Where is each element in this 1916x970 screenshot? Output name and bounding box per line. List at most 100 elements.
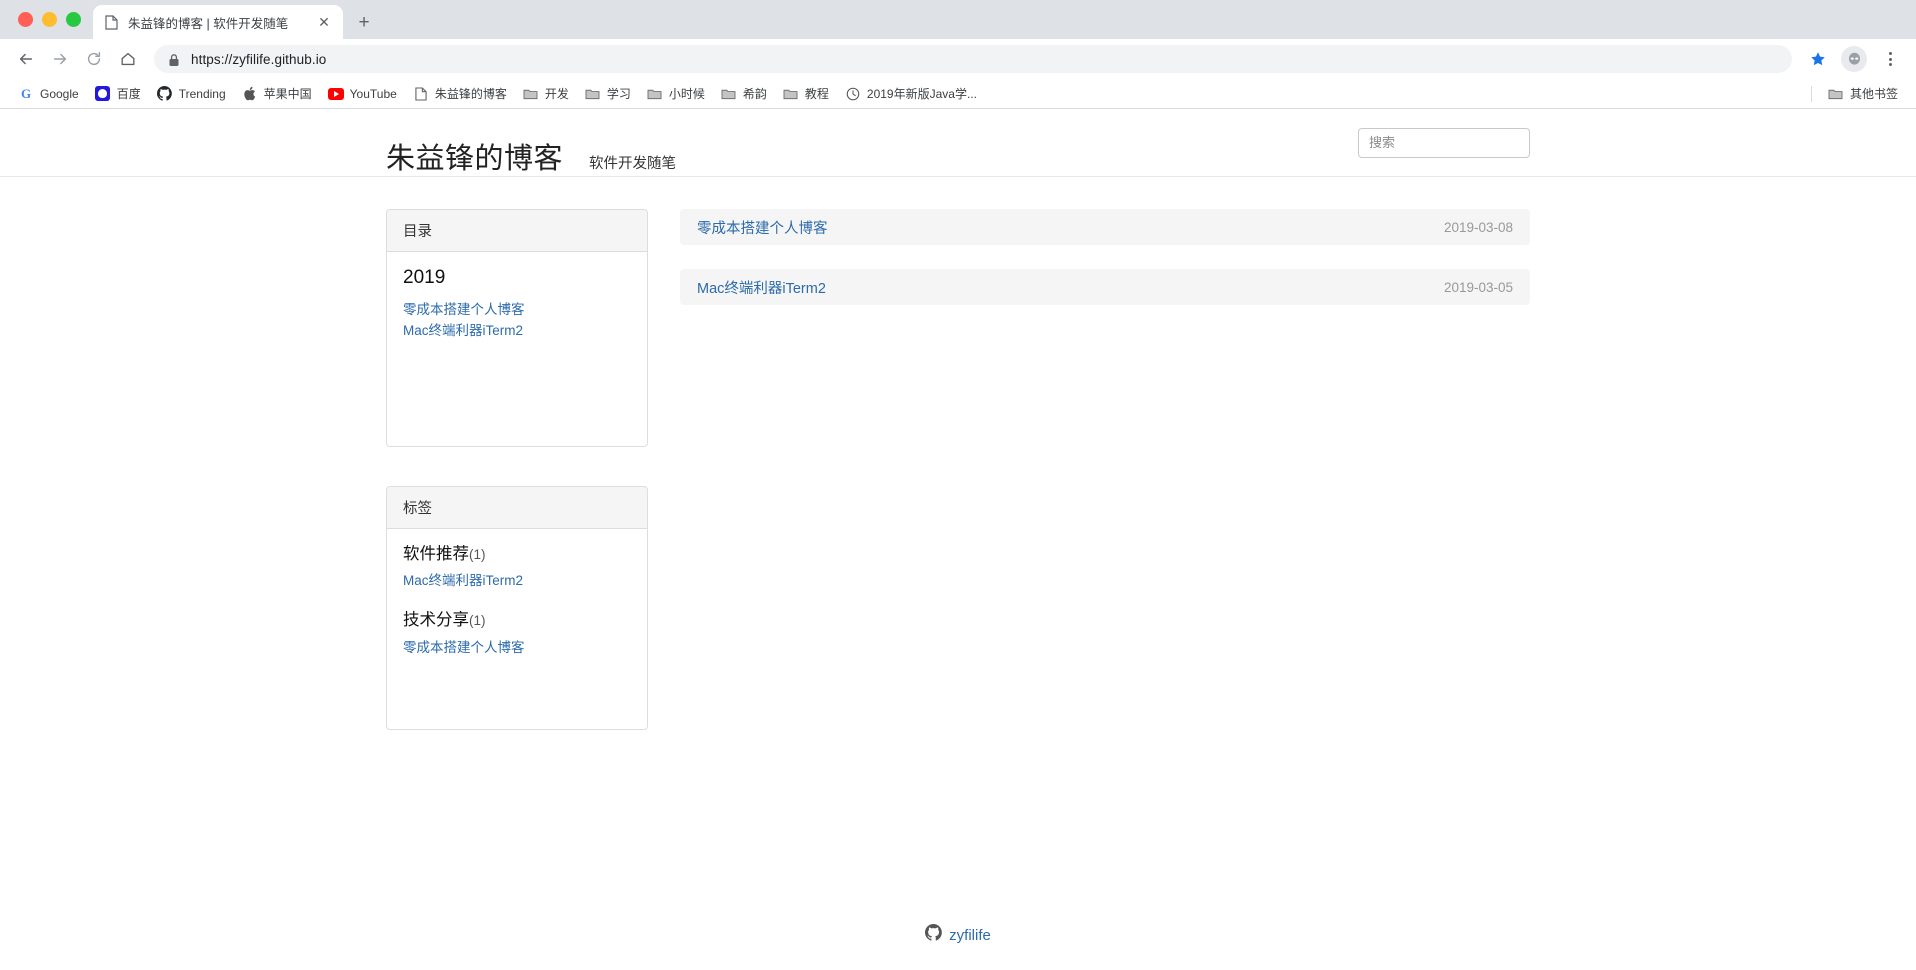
- post-list-item[interactable]: Mac终端利器iTerm2 2019-03-05: [680, 269, 1530, 305]
- maximize-window-button[interactable]: [66, 12, 81, 27]
- address-bar[interactable]: https://zyfilife.github.io: [154, 45, 1792, 73]
- tag-name: 技术分享: [403, 611, 469, 630]
- bookmark-label: 朱益锋的博客: [434, 87, 507, 101]
- bookmark-baidu[interactable]: 百度: [87, 82, 149, 105]
- post-list: 零成本搭建个人博客 2019-03-08 Mac终端利器iTerm2 2019-…: [680, 209, 1530, 924]
- tag-name-row: 技术分享(1): [403, 609, 631, 631]
- folder-icon: [647, 86, 663, 102]
- tag-post-link[interactable]: 零成本搭建个人博客: [403, 638, 631, 658]
- bookmark-folder-tutorial[interactable]: 教程: [775, 82, 837, 105]
- close-tab-button[interactable]: ✕: [315, 13, 333, 31]
- toolbar-actions: [1802, 43, 1906, 75]
- back-arrow-icon[interactable]: [10, 43, 42, 75]
- three-dots-icon: [1888, 52, 1892, 66]
- post-title-link[interactable]: Mac终端利器iTerm2: [697, 277, 826, 298]
- site-tagline: 软件开发随笔: [589, 155, 677, 172]
- folder-icon: [721, 86, 737, 102]
- bookmark-label: 教程: [804, 87, 829, 101]
- content-wrapper: 目录 2019 零成本搭建个人博客 Mac终端利器iTerm2 标签 软件推荐(…: [386, 177, 1530, 924]
- tag-group: 技术分享(1) 零成本搭建个人博客: [403, 609, 631, 657]
- site-header: 朱益锋的博客 软件开发随笔: [0, 109, 1916, 177]
- post-date: 2019-03-08: [1443, 219, 1513, 235]
- github-icon: [157, 86, 173, 102]
- lock-icon: [168, 53, 181, 66]
- post-list-item[interactable]: 零成本搭建个人博客 2019-03-08: [680, 209, 1530, 245]
- new-tab-button[interactable]: +: [349, 7, 379, 37]
- bookmark-google[interactable]: G Google: [10, 83, 87, 105]
- window-controls: [10, 0, 93, 39]
- minimize-window-button[interactable]: [42, 12, 57, 27]
- tab-title: 朱益锋的博客 | 软件开发随笔: [128, 16, 289, 31]
- tag-group: 软件推荐(1) Mac终端利器iTerm2: [403, 543, 631, 591]
- bookmark-label: Trending: [178, 86, 226, 101]
- bookmark-label: 学习: [606, 87, 631, 101]
- post-title-link[interactable]: 零成本搭建个人博客: [697, 217, 828, 238]
- bookmark-label: 开发: [544, 87, 569, 101]
- forward-arrow-icon[interactable]: [44, 43, 76, 75]
- bookmark-label: 小时候: [668, 87, 705, 101]
- bookmark-label: 希韵: [742, 87, 767, 101]
- close-window-button[interactable]: [18, 12, 33, 27]
- folder-icon: [523, 86, 539, 102]
- folder-icon: [783, 86, 799, 102]
- directory-link[interactable]: Mac终端利器iTerm2: [403, 321, 631, 341]
- tags-panel-body: 软件推荐(1) Mac终端利器iTerm2 技术分享(1) 零成本搭建个人博客: [387, 529, 647, 729]
- tag-post-link[interactable]: Mac终端利器iTerm2: [403, 571, 631, 591]
- folder-icon: [585, 86, 601, 102]
- apple-icon: [242, 86, 258, 102]
- tag-count: (1): [469, 547, 486, 562]
- bookmark-trending[interactable]: Trending: [149, 83, 234, 105]
- baidu-icon: [95, 86, 111, 102]
- tag-name-row: 软件推荐(1): [403, 543, 631, 565]
- bookmark-youtube[interactable]: YouTube: [320, 83, 405, 105]
- url-text: https://zyfilife.github.io: [191, 51, 327, 67]
- github-profile-link[interactable]: zyfilife: [949, 927, 991, 944]
- tags-panel: 标签 软件推荐(1) Mac终端利器iTerm2 技术分享(1) 零成本搭建个人…: [386, 486, 648, 730]
- directory-panel: 目录 2019 零成本搭建个人博客 Mac终端利器iTerm2: [386, 209, 648, 447]
- other-bookmarks-label: 其他书签: [1849, 87, 1898, 101]
- directory-link[interactable]: 零成本搭建个人博客: [403, 300, 631, 320]
- directory-year: 2019: [403, 267, 446, 288]
- other-bookmarks-area: 其他书签: [1810, 82, 1906, 105]
- bookmarks-bar: G Google 百度 Trending 苹果中国 YouTube 朱益锋的博客…: [0, 79, 1916, 109]
- directory-panel-body: 2019 零成本搭建个人博客 Mac终端利器iTerm2: [387, 252, 647, 446]
- browser-tab[interactable]: 朱益锋的博客 | 软件开发随笔 ✕: [93, 5, 343, 39]
- tag-count: (1): [469, 613, 486, 629]
- bookmark-java-course[interactable]: 2019年新版Java学...: [837, 82, 985, 105]
- bookmark-apple-cn[interactable]: 苹果中国: [234, 82, 320, 105]
- site-brand[interactable]: 朱益锋的博客: [386, 109, 563, 177]
- profile-avatar[interactable]: [1838, 43, 1870, 75]
- page-viewport: 朱益锋的博客 软件开发随笔 目录 2019 零成本搭建个人博客 Mac终端利器i…: [0, 109, 1916, 970]
- site-footer: zyfilife: [0, 924, 1916, 970]
- home-icon[interactable]: [112, 43, 144, 75]
- page-icon: [103, 14, 119, 30]
- bookmark-label: YouTube: [349, 86, 397, 101]
- divider: [1810, 85, 1812, 102]
- page-icon: [413, 86, 429, 102]
- post-date: 2019-03-05: [1443, 279, 1513, 295]
- chrome-menu-button[interactable]: [1874, 43, 1906, 75]
- bookmark-label: 苹果中国: [263, 87, 312, 101]
- bookmark-label: 百度: [116, 87, 141, 101]
- bookmark-folder-study[interactable]: 学习: [577, 82, 639, 105]
- bookmark-blog[interactable]: 朱益锋的博客: [405, 82, 515, 105]
- bookmark-folder-xiyun[interactable]: 希韵: [713, 82, 775, 105]
- search-input[interactable]: [1358, 127, 1530, 158]
- reload-icon[interactable]: [78, 43, 110, 75]
- bookmark-label: Google: [40, 86, 79, 101]
- bookmark-folder-childhood[interactable]: 小时候: [639, 82, 713, 105]
- tag-name: 软件推荐: [403, 545, 469, 563]
- bookmark-folder-dev[interactable]: 开发: [515, 82, 577, 105]
- bookmark-star-icon[interactable]: [1802, 43, 1834, 75]
- tags-panel-heading: 标签: [387, 487, 647, 529]
- tab-strip: 朱益锋的博客 | 软件开发随笔 ✕ +: [0, 0, 1916, 39]
- google-icon: G: [20, 85, 32, 101]
- directory-panel-heading: 目录: [387, 210, 647, 252]
- site-header-inner: 朱益锋的博客 软件开发随笔: [386, 109, 1530, 177]
- sidebar: 目录 2019 零成本搭建个人博客 Mac终端利器iTerm2 标签 软件推荐(…: [386, 209, 648, 924]
- other-bookmarks-button[interactable]: 其他书签: [1820, 82, 1906, 105]
- clock-icon: [845, 86, 861, 102]
- youtube-icon: [327, 86, 344, 102]
- browser-toolbar: https://zyfilife.github.io: [0, 39, 1916, 79]
- folder-icon: [1828, 86, 1844, 102]
